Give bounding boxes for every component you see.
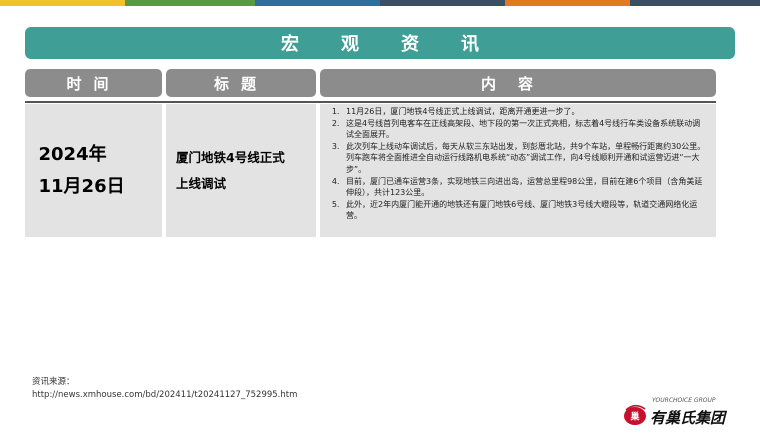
svg-text:巢: 巢 [629,411,640,423]
source-label: 资讯来源： [32,377,75,387]
header-divider [25,101,716,103]
logo-chinese-text: 有巢氏集团 [650,409,726,427]
stripe-segment-dark [630,0,760,6]
source-block: 资讯来源： http://news.xmhouse.com/bd/202411/… [32,376,297,402]
content-item: 目前，厦门已通车运营3条，实现地铁三向进出岛，运营总里程98公里，目前在建6个项… [342,176,706,199]
title-banner: 宏观资讯 [25,27,735,59]
stripe-segment-slate [380,0,505,6]
stripe-segment-blue [255,0,380,6]
content-list: 11月26日，厦门地铁4号线正式上线调试，距离开通更进一步了。 这是4号线首列电… [328,106,706,222]
date-line-year: 2024年 [38,143,107,165]
header-time: 时间 [25,69,162,97]
content-item: 此外，近2年内厦门能开通的地铁还有厦门地铁6号线、厦门地铁3号线大嶝段等，轨道交… [342,199,706,222]
top-color-stripe [0,0,760,6]
stripe-segment-green [125,0,255,6]
content-item: 此次列车上线动车调试后，每天从软三东站出发，到彭厝北站，共9个车站，单程畅行距离… [342,141,706,176]
cell-content: 11月26日，厦门地铁4号线正式上线调试，距离开通更进一步了。 这是4号线首列电… [320,104,716,237]
cell-date: 2024年 11月26日 [25,104,162,237]
cell-title: 厦门地铁4号线正式 上线调试 [166,104,316,237]
logo-mark-icon: 巢 [624,404,646,425]
logo-english-text: YOURCHOICE GROUP [652,397,716,404]
content-item: 11月26日，厦门地铁4号线正式上线调试，距离开通更进一步了。 [342,106,706,118]
news-title-line2: 上线调试 [176,175,227,191]
date-line-day: 11月26日 [38,175,125,197]
news-title: 厦门地铁4号线正式 上线调试 [166,145,306,197]
company-logo: YOURCHOICE GROUP 巢 有巢氏集团 [622,397,740,431]
banner-title: 宏观资讯 [281,34,521,55]
header-content: 内容 [320,69,716,97]
content-item: 这是4号线首列电客车在正线高架段、地下段的第一次正式亮相，标志着4号线行车类设备… [342,118,706,141]
slide: 宏观资讯 时间 标题 内容 2024年 11月26日 厦门地铁4号线正式 上线调… [0,0,760,438]
source-url[interactable]: http://news.xmhouse.com/bd/202411/t20241… [32,389,297,402]
news-title-line1: 厦门地铁4号线正式 [176,149,285,165]
date-text: 2024年 11月26日 [39,139,149,203]
stripe-segment-orange [505,0,630,6]
header-title: 标题 [166,69,316,97]
stripe-segment-yellow [0,0,125,6]
